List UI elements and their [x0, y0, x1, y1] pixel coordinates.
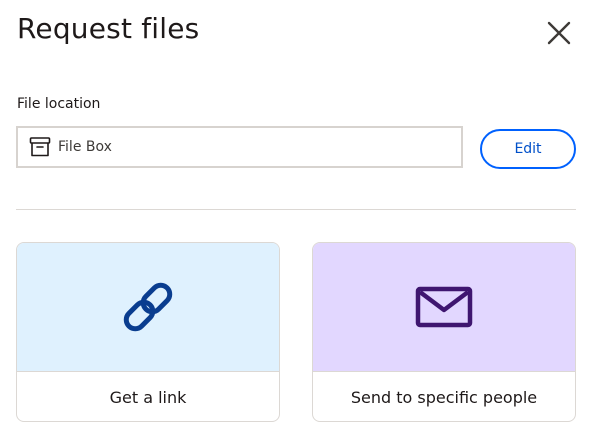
file-location-label: File location	[17, 96, 101, 112]
get-link-illustration	[17, 243, 279, 371]
get-link-label: Get a link	[17, 371, 279, 421]
get-link-option[interactable]: Get a link	[16, 242, 280, 422]
envelope-icon	[415, 286, 473, 328]
close-icon	[547, 21, 571, 45]
file-location-field: File Box	[16, 126, 463, 168]
archive-box-icon	[29, 136, 51, 158]
link-icon	[123, 282, 173, 332]
dialog-title: Request files	[17, 12, 200, 45]
send-to-people-illustration	[313, 243, 575, 371]
file-location-value: File Box	[58, 139, 112, 155]
edit-location-button[interactable]: Edit	[480, 129, 576, 169]
close-button[interactable]	[540, 14, 578, 52]
send-to-people-option[interactable]: Send to specific people	[312, 242, 576, 422]
send-to-people-label: Send to specific people	[313, 371, 575, 421]
divider	[16, 209, 576, 210]
